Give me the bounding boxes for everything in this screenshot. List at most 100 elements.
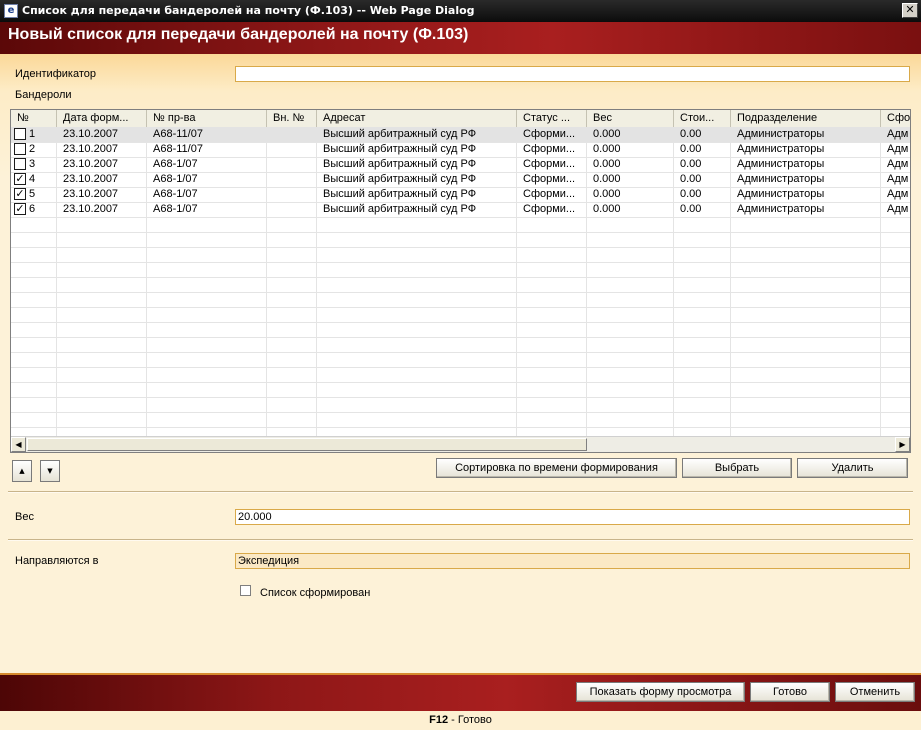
ie-page-icon: e [4,4,18,18]
cell-case: А68-1/07 [153,173,198,185]
table-row[interactable]: 2 23.10.2007 А68-11/07 Высший арбитражный с… [11,142,910,157]
column-header-weight[interactable]: Вес [587,110,674,127]
scroll-left-arrow-icon[interactable]: ◀ [11,437,26,452]
cell-number: 2 [29,143,36,155]
cell-inner-number [267,187,317,202]
column-header-cost[interactable]: Стои... [674,110,731,127]
status-key: F12 [429,714,449,726]
table-row[interactable]: 3 23.10.2007 А68-1/07 Высший арбитражный су… [11,157,910,172]
identifier-label: Идентификатор [15,68,96,80]
scroll-right-arrow-icon[interactable]: ▶ [895,437,910,452]
column-header-date[interactable]: Дата форм... [57,110,147,127]
cell-inner-number [267,142,317,157]
divider [8,539,913,541]
destination-field: Экспедиция [235,553,910,569]
cell-status: Сформи... [523,173,576,185]
header-banner: Новый список для передачи бандеролей на … [0,22,921,54]
cell-division: Администраторы [737,188,825,200]
cell-case: А68-1/07 [153,188,198,200]
row-checkbox[interactable] [14,158,26,170]
cell-addressee: Высший арбитражный суд РФ [323,173,477,185]
cell-weight: 0.000 [593,158,621,170]
cell-number: 4 [29,173,36,185]
cell-extra: Адм [887,128,909,140]
column-header-division[interactable]: Подразделение [731,110,881,127]
show-preview-button[interactable]: Показать форму просмотра [576,682,745,702]
cell-status: Сформи... [523,158,576,170]
column-header-inner-number[interactable]: Вн. № [267,110,317,127]
cell-cost: 0.00 [680,158,702,170]
cell-division: Администраторы [737,143,825,155]
window-title: Список для передачи бандеролей на почту … [22,4,475,17]
cell-case: А68-11/07 [153,143,203,155]
cell-weight: 0.000 [593,188,621,200]
row-checkbox[interactable]: ✓ [14,203,26,215]
horizontal-scrollbar[interactable]: ◀ ▶ [11,436,910,452]
cell-addressee: Высший арбитражный суд РФ [323,143,477,155]
scroll-thumb[interactable] [27,438,587,451]
parcels-grid: № Дата форм... № пр-ва Вн. № Адресат Ста… [10,109,911,453]
status-text: - Готово [448,714,492,726]
dialog-window: e Список для передачи бандеролей на почт… [0,0,921,730]
column-header-addressee[interactable]: Адресат [317,110,517,127]
footer-bar: Показать форму просмотра Готово Отменить [0,673,921,711]
cell-inner-number [267,172,317,187]
cell-number: 3 [29,158,36,170]
cell-division: Администраторы [737,158,825,170]
table-row[interactable]: 1 23.10.2007 А68-11/07 Высший арбитражный с… [11,127,910,142]
grid-header: № Дата форм... № пр-ва Вн. № Адресат Ста… [11,110,910,128]
row-checkbox[interactable]: ✓ [14,173,26,185]
column-header-extra[interactable]: Сфо [881,110,910,127]
column-header-number[interactable]: № [11,110,57,127]
weight-input[interactable]: 20.000 [235,509,910,525]
column-header-status[interactable]: Статус ... [517,110,587,127]
status-bar: F12 - Готово [0,711,921,730]
cell-weight: 0.000 [593,143,621,155]
parcels-label: Бандероли [15,89,72,101]
column-header-case[interactable]: № пр-ва [147,110,267,127]
list-formed-checkbox[interactable] [240,585,251,596]
sort-by-time-button[interactable]: Сортировка по времени формирования [436,458,677,478]
cell-extra: Адм [887,158,909,170]
cell-date: 23.10.2007 [63,158,119,170]
cell-case: А68-1/07 [153,203,198,215]
cell-inner-number [267,127,317,142]
cell-extra: Адм [887,188,909,200]
cell-weight: 0.000 [593,128,621,140]
cancel-button[interactable]: Отменить [835,682,915,702]
identifier-input[interactable] [235,66,910,82]
cell-status: Сформи... [523,143,576,155]
divider [8,491,913,493]
done-button[interactable]: Готово [750,682,830,702]
delete-button[interactable]: Удалить [797,458,908,478]
cell-inner-number [267,202,317,217]
list-formed-label: Список сформирован [260,587,371,599]
cell-division: Администраторы [737,173,825,185]
cell-date: 23.10.2007 [63,173,119,185]
cell-cost: 0.00 [680,188,702,200]
cell-status: Сформи... [523,188,576,200]
cell-division: Администраторы [737,203,825,215]
weight-label: Вес [15,511,34,523]
move-down-button[interactable]: ▼ [40,460,60,482]
cell-status: Сформи... [523,203,576,215]
cell-cost: 0.00 [680,203,702,215]
cell-date: 23.10.2007 [63,143,119,155]
cell-case: А68-1/07 [153,158,198,170]
cell-addressee: Высший арбитражный суд РФ [323,158,477,170]
move-up-button[interactable]: ▲ [12,460,32,482]
table-row[interactable]: ✓ 4 23.10.2007 А68-1/07 Высший арбитражный с… [11,172,910,187]
row-checkbox[interactable] [14,143,26,155]
cell-extra: Адм [887,143,909,155]
row-checkbox[interactable]: ✓ [14,188,26,200]
row-checkbox[interactable] [14,128,26,140]
page-title: Новый список для передачи бандеролей на … [8,26,469,43]
cell-date: 23.10.2007 [63,203,119,215]
cell-extra: Адм [887,173,909,185]
table-row[interactable]: ✓ 5 23.10.2007 А68-1/07 Высший арбитражный с… [11,187,910,202]
table-row[interactable]: ✓ 6 23.10.2007 А68-1/07 Высший арбитражный с… [11,202,910,217]
select-button[interactable]: Выбрать [682,458,792,478]
cell-status: Сформи... [523,128,576,140]
cell-cost: 0.00 [680,143,702,155]
close-button[interactable]: ✕ [902,3,918,18]
